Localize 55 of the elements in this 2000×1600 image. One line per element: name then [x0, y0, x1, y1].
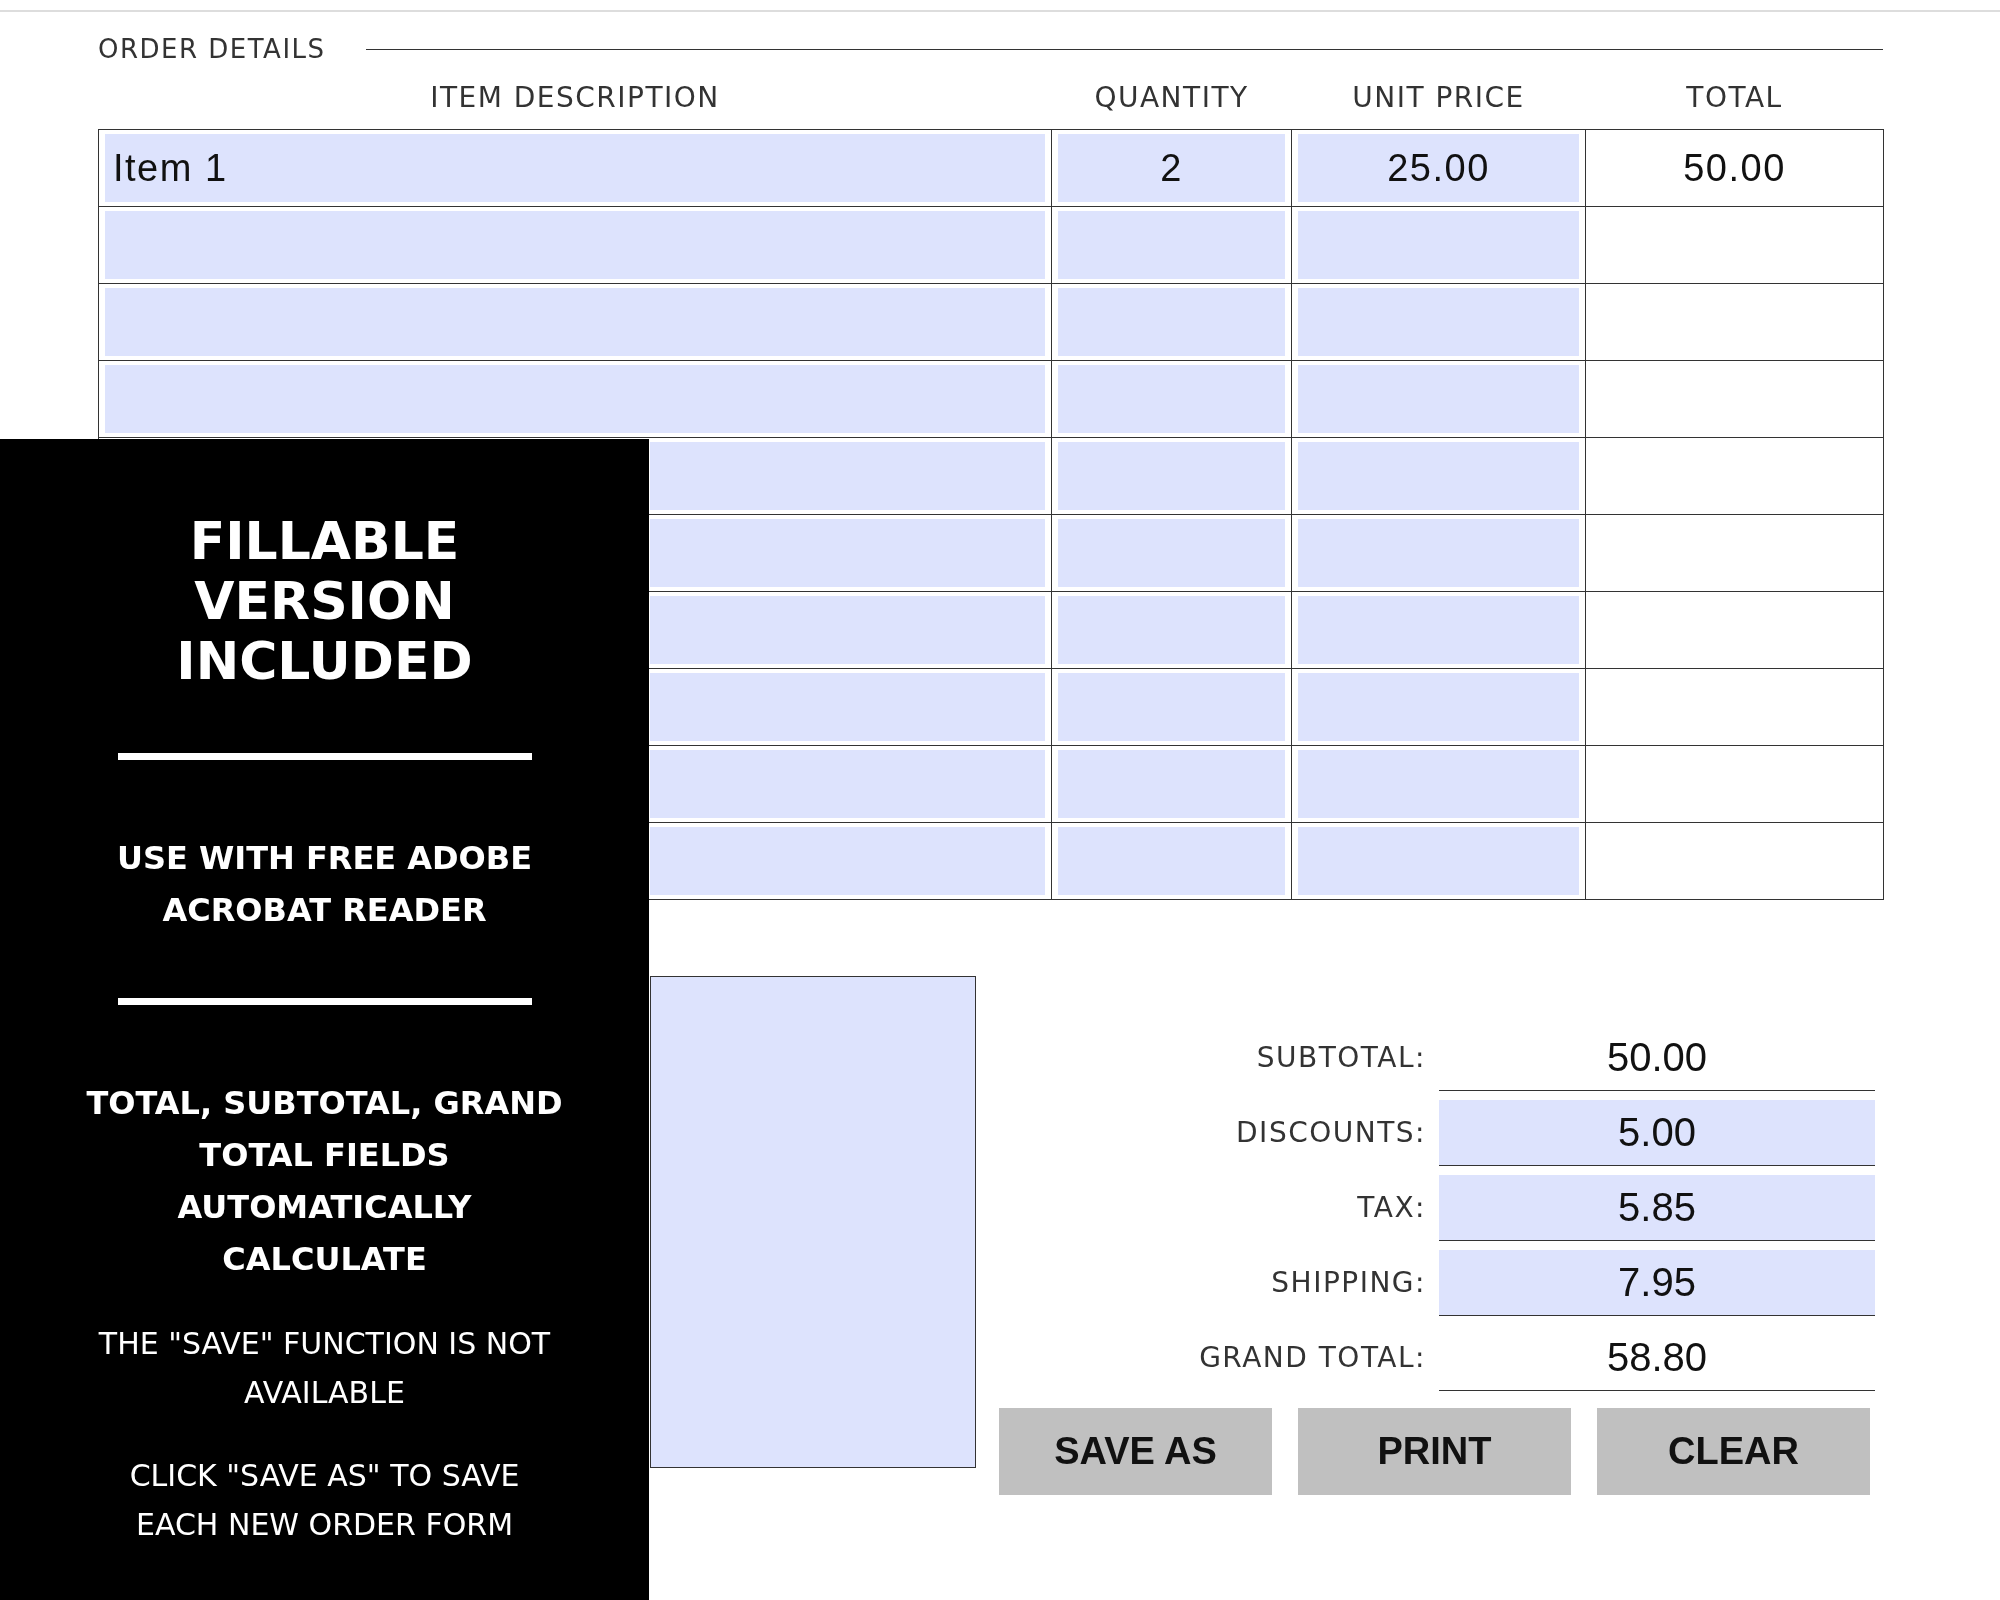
column-header: QUANTITY: [1051, 69, 1292, 130]
input-field[interactable]: [105, 288, 1045, 356]
input-field[interactable]: [1058, 519, 1285, 587]
notes-field[interactable]: [650, 976, 976, 1468]
column-header: UNIT PRICE: [1291, 69, 1586, 130]
form-button[interactable]: SAVE AS: [999, 1408, 1272, 1495]
input-field[interactable]: 5.85: [1439, 1174, 1875, 1241]
column-header: TOTAL: [1585, 69, 1884, 130]
input-field[interactable]: [1058, 827, 1285, 895]
input-field[interactable]: [650, 596, 1045, 664]
input-field[interactable]: [1298, 673, 1579, 741]
input-field[interactable]: 2: [1058, 134, 1285, 202]
input-field[interactable]: [650, 750, 1045, 818]
section-title: ORDER DETAILS: [98, 33, 326, 66]
input-field[interactable]: Item 1: [105, 134, 1045, 202]
input-field[interactable]: [1298, 519, 1579, 587]
form-button[interactable]: PRINT: [1298, 1408, 1571, 1495]
input-field[interactable]: [1298, 750, 1579, 818]
total-label: SHIPPING:: [1270, 1264, 1426, 1301]
total-label: DISCOUNTS:: [1235, 1114, 1426, 1151]
input-field[interactable]: [1298, 288, 1579, 356]
input-field[interactable]: [1058, 673, 1285, 741]
input-field[interactable]: [650, 442, 1045, 510]
input-field[interactable]: [1058, 365, 1285, 433]
input-field[interactable]: [1058, 750, 1285, 818]
promo-subheading: TOTAL, SUBTOTAL, GRAND TOTAL FIELDS AUTOMATICALLY CALCULATE: [85, 1083, 564, 1280]
input-field[interactable]: 5.00: [1439, 1099, 1875, 1166]
input-field[interactable]: [105, 211, 1045, 279]
promo-note: CLICK "SAVE AS" TO SAVE EACH NEW ORDER FORM: [128, 1457, 521, 1544]
input-field[interactable]: [105, 365, 1045, 433]
total-value: 58.80: [1439, 1324, 1875, 1391]
promo-subheading: USE WITH FREE ADOBE ACROBAT READER: [115, 838, 534, 931]
input-field[interactable]: [650, 519, 1045, 587]
input-field[interactable]: [1298, 442, 1579, 510]
input-field[interactable]: [1058, 596, 1285, 664]
input-field[interactable]: [1058, 442, 1285, 510]
total-label: TAX:: [1356, 1189, 1426, 1226]
input-field[interactable]: [650, 827, 1045, 895]
input-field[interactable]: [1298, 211, 1579, 279]
total-label: GRAND TOTAL:: [1198, 1339, 1426, 1376]
input-field[interactable]: [1058, 288, 1285, 356]
input-field[interactable]: [1298, 827, 1579, 895]
input-field[interactable]: [1298, 365, 1579, 433]
total-value: 50.00: [1682, 145, 1787, 191]
input-field[interactable]: [650, 673, 1045, 741]
input-field[interactable]: [1298, 596, 1579, 664]
input-field[interactable]: 7.95: [1439, 1249, 1875, 1316]
column-header: ITEM DESCRIPTION: [98, 69, 1052, 130]
total-label: SUBTOTAL:: [1255, 1039, 1426, 1076]
total-value: 50.00: [1439, 1024, 1875, 1091]
promo-heading: FILLABLE VERSION INCLUDED: [175, 511, 474, 691]
input-field[interactable]: 25.00: [1298, 134, 1579, 202]
promo-note: THE "SAVE" FUNCTION IS NOT AVAILABLE: [97, 1325, 552, 1412]
form-button[interactable]: CLEAR: [1597, 1408, 1870, 1495]
input-field[interactable]: [1058, 211, 1285, 279]
